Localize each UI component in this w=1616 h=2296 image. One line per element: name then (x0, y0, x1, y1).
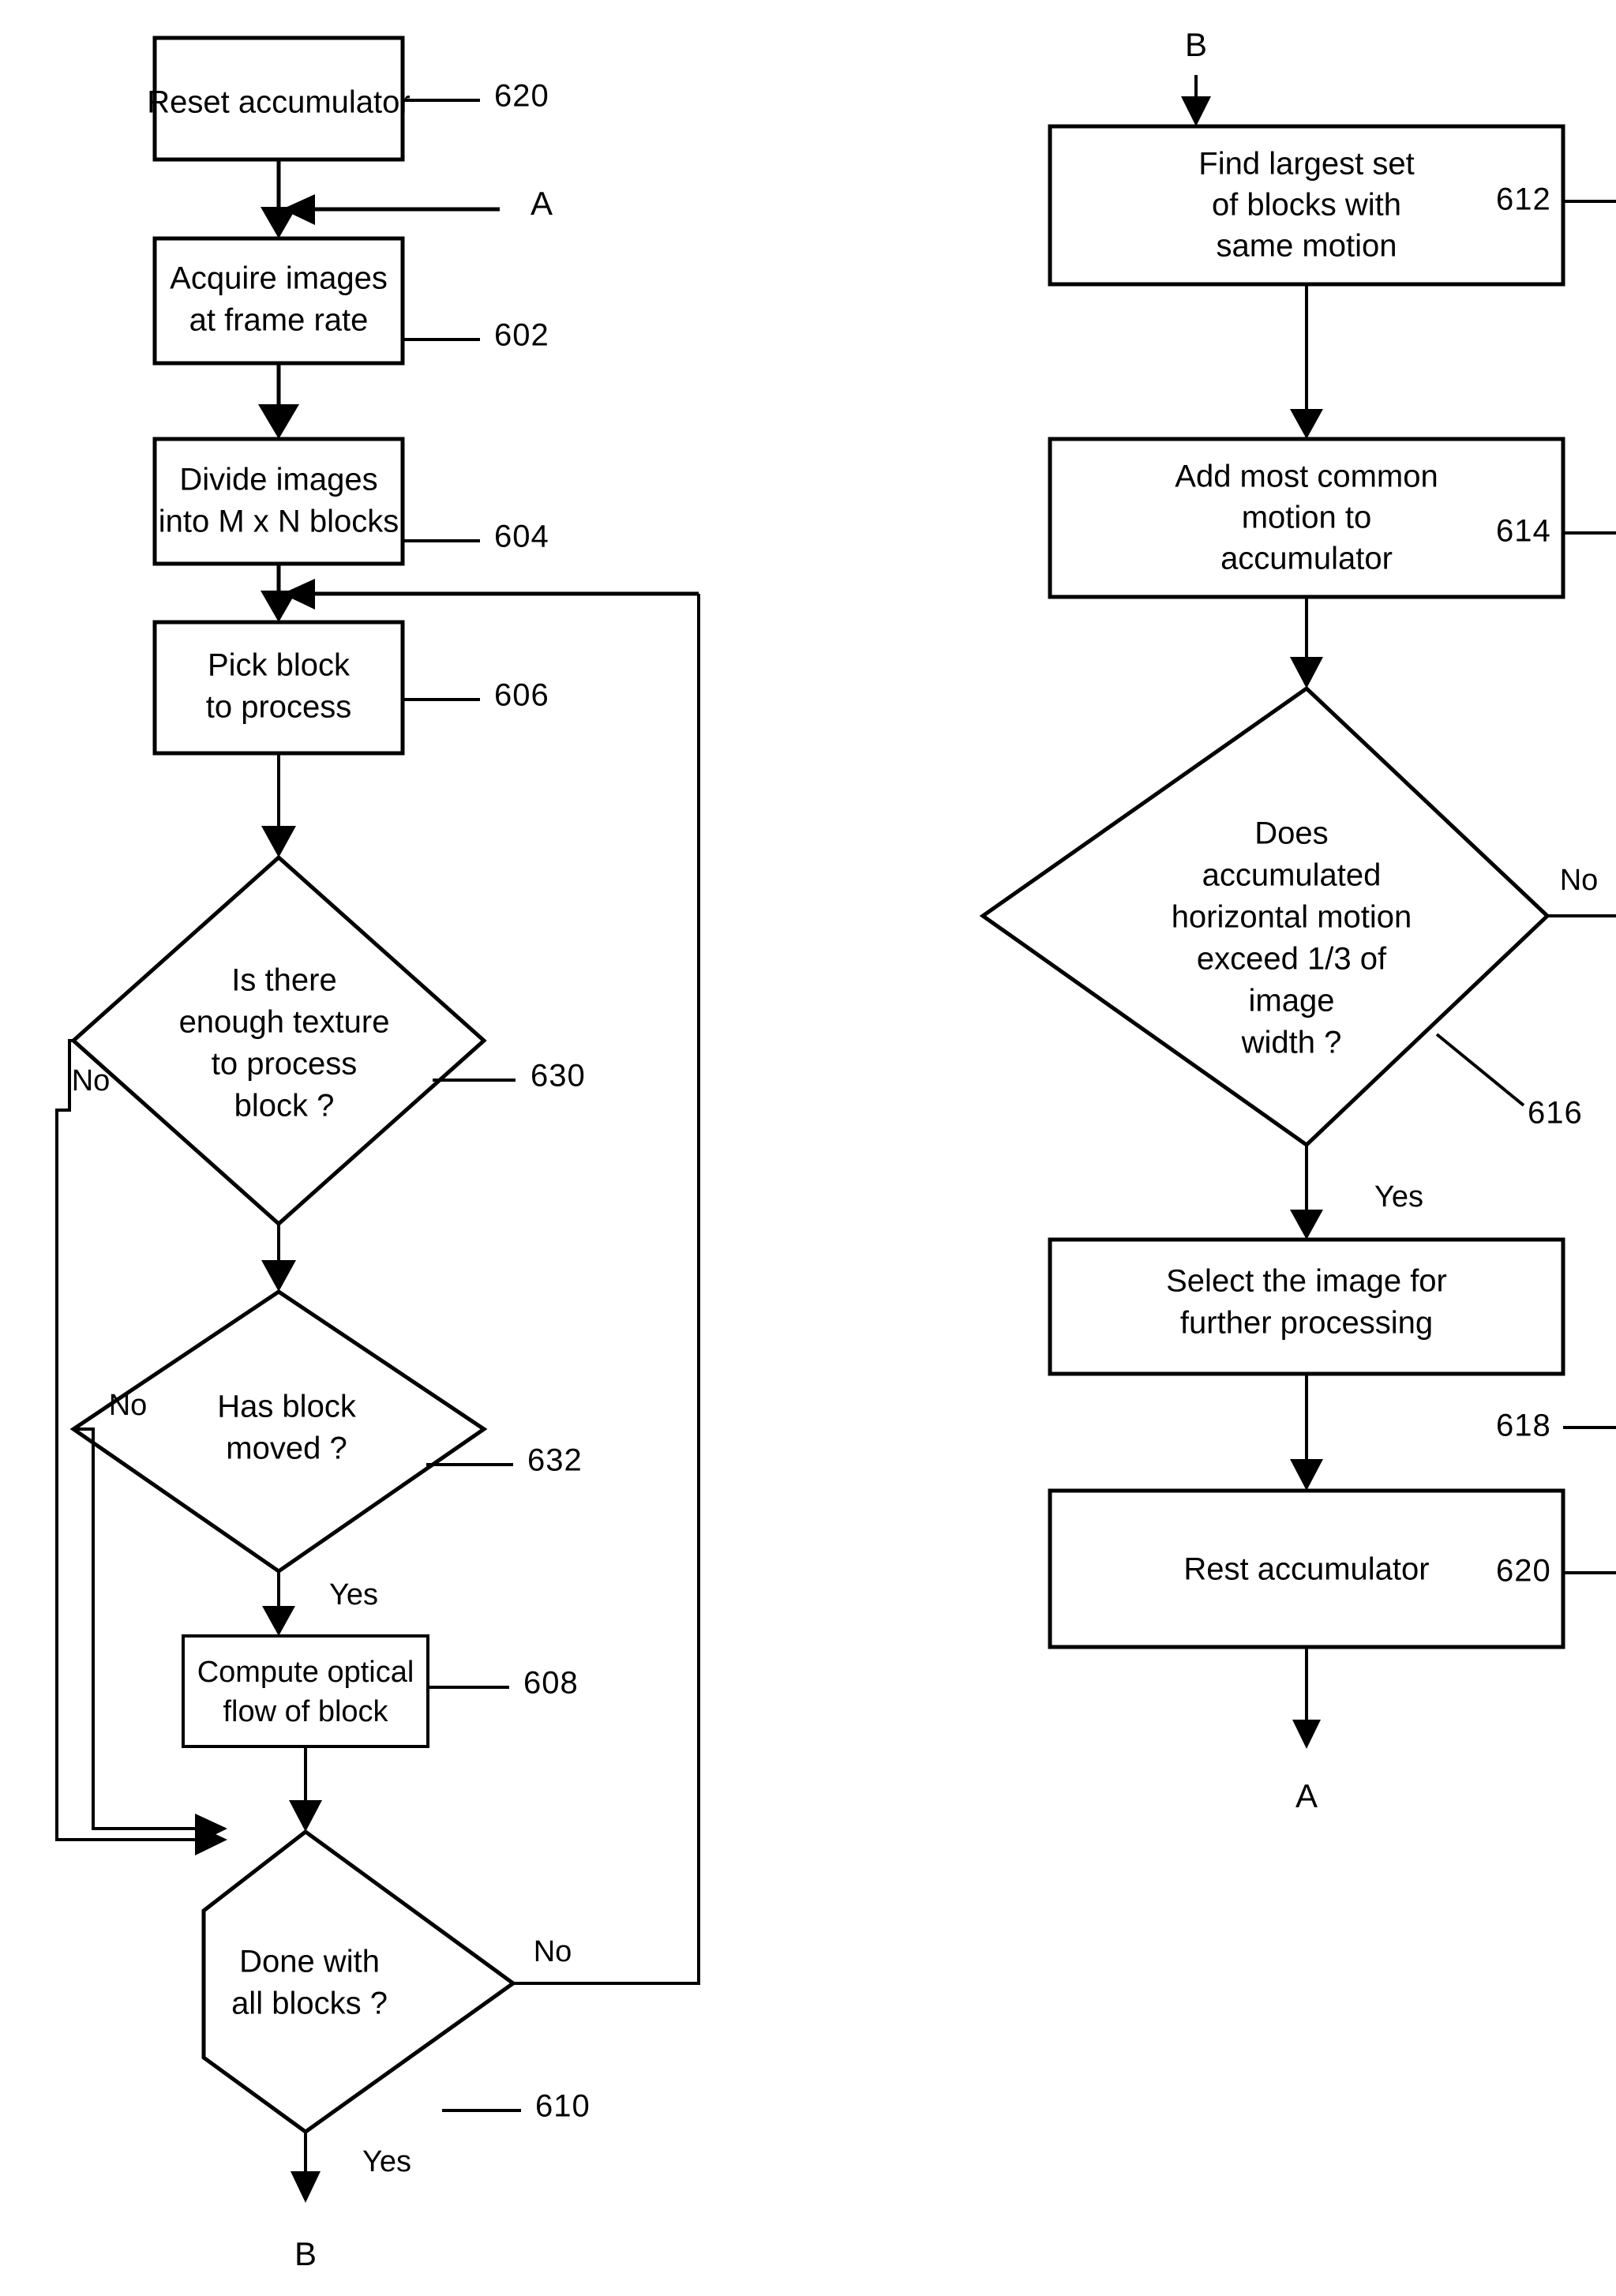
edge-done-no-path (513, 594, 700, 1985)
ref-606: 606 (494, 678, 549, 713)
connector-label-b-out: B (294, 2235, 317, 2272)
node-label-done-all-blocks-1: Done with (239, 1945, 380, 1979)
flowchart-page: Reset accumulator 620 A Acquire images a… (0, 0, 1616, 2296)
edge-label-done-no: No (534, 1935, 572, 1968)
node-label-exceed-width-3: horizontal motion (1172, 900, 1412, 935)
node-label-enough-texture-2: enough texture (179, 1005, 390, 1040)
node-label-find-largest-set-2: of blocks with (1212, 188, 1401, 223)
edge-label-texture-no: No (72, 1064, 111, 1097)
node-label-find-largest-set-1: Find largest set (1198, 147, 1414, 182)
node-label-rest-accumulator: Rest accumulator (1183, 1552, 1429, 1587)
connector-label-a-out: A (1295, 1777, 1318, 1814)
ref-632: 632 (527, 1443, 583, 1478)
node-divide-images (152, 437, 405, 566)
leader-616 (1435, 1033, 1525, 1107)
node-compute-optical-flow (182, 1634, 429, 1748)
node-label-exceed-width-5: image (1249, 984, 1335, 1019)
arrowhead-moved-in (261, 1260, 296, 1292)
node-label-add-most-common-1: Add most common (1175, 460, 1438, 494)
node-label-exceed-width-1: Does (1254, 816, 1328, 851)
node-label-enough-texture-1: Is there (231, 963, 336, 998)
node-label-select-image-1: Select the image for (1166, 1264, 1447, 1299)
node-label-exceed-width-2: accumulated (1202, 858, 1382, 893)
node-label-divide-images-2: into M x N blocks (159, 505, 399, 539)
node-label-divide-images-1: Divide images (179, 463, 377, 497)
node-label-acquire-images-1: Acquire images (170, 261, 388, 296)
node-pick-block (152, 620, 405, 756)
node-label-acquire-images-2: at frame rate (189, 303, 369, 338)
ref-620-bottom: 620 (1496, 1554, 1551, 1589)
node-label-has-block-moved-2: moved ? (226, 1431, 347, 1466)
node-label-exceed-width-6: width ? (1241, 1026, 1342, 1060)
node-label-select-image-2: further processing (1180, 1306, 1433, 1341)
node-done-all-blocks-decision (201, 1829, 517, 2135)
node-label-exceed-width-4: exceed 1/3 of (1197, 942, 1387, 977)
arrowhead-add-in (1290, 409, 1323, 439)
node-label-add-most-common-3: accumulator (1220, 542, 1393, 576)
ref-616: 616 (1528, 1096, 1583, 1131)
connector-label-b-in: B (1185, 26, 1207, 63)
node-label-add-most-common-2: motion to (1242, 501, 1372, 535)
arrowhead-done-yes (291, 2171, 321, 2203)
node-label-pick-block-2: to process (206, 690, 352, 725)
ref-604: 604 (494, 520, 549, 554)
edge-label-exceed-yes: Yes (1374, 1180, 1423, 1214)
arrowhead-compute-in (262, 1606, 295, 1636)
ref-630: 630 (531, 1059, 586, 1094)
edge-label-moved-no: No (109, 1389, 148, 1422)
ref-610: 610 (535, 2089, 591, 2124)
ref-612: 612 (1496, 182, 1551, 217)
edge-label-moved-yes: Yes (329, 1578, 378, 1611)
arrowhead-divide-in (258, 404, 299, 439)
node-label-reset-accumulator-top: Reset accumulator (147, 85, 410, 120)
arrowhead-b-in (1181, 96, 1211, 126)
node-label-has-block-moved-1: Has block (217, 1390, 357, 1424)
ref-602: 602 (494, 318, 549, 353)
ref-618: 618 (1496, 1409, 1551, 1443)
node-label-pick-block-1: Pick block (208, 648, 351, 683)
node-label-enough-texture-4: block ? (234, 1089, 335, 1124)
arrowhead-exceed-in (1290, 657, 1323, 688)
node-label-enough-texture-3: to process (212, 1047, 358, 1082)
edge-label-done-yes: Yes (362, 2145, 411, 2178)
arrowhead-a-out (1292, 1720, 1321, 1749)
ref-620-top: 620 (494, 79, 549, 114)
connector-label-a-in: A (531, 185, 553, 222)
ref-608: 608 (523, 1666, 579, 1701)
arrowhead-texture-in (261, 826, 296, 857)
arrowhead-rest-in (1290, 1459, 1323, 1491)
node-enough-texture-decision (70, 854, 487, 1227)
ref-614: 614 (1496, 514, 1551, 549)
node-acquire-images (152, 236, 405, 366)
node-label-compute-optical-flow-1: Compute optical (197, 1656, 414, 1689)
node-label-find-largest-set-3: same motion (1217, 229, 1397, 264)
node-label-done-all-blocks-2: all blocks ? (231, 1986, 388, 2021)
arrowhead-select-in (1290, 1210, 1323, 1240)
arrowhead-done-in (289, 1800, 322, 1832)
flowchart-canvas: Reset accumulator 620 A Acquire images a… (55, 26, 1616, 2272)
node-label-compute-optical-flow-2: flow of block (223, 1695, 388, 1728)
edge-label-exceed-no: No (1560, 864, 1599, 897)
